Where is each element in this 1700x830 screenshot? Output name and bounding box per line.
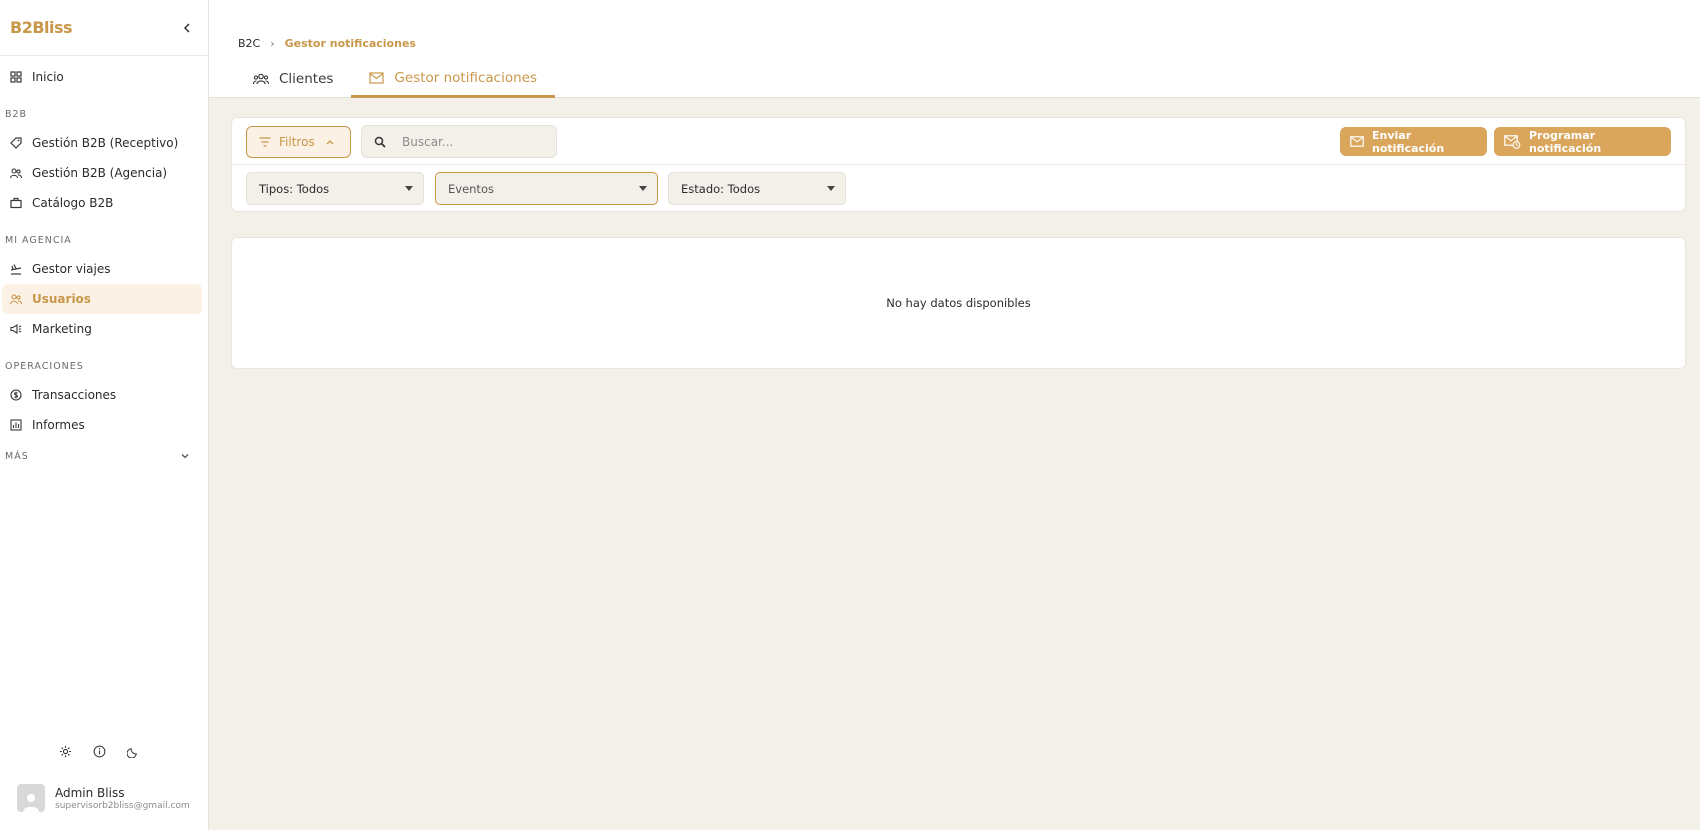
breadcrumb-current: Gestor notificaciones: [284, 37, 416, 50]
megaphone-icon: [9, 322, 23, 336]
filters-toggle-button[interactable]: Filtros: [246, 126, 351, 158]
sidebar-item-transacciones[interactable]: Transacciones: [2, 380, 202, 410]
send-notification-button[interactable]: Enviar notificación: [1340, 127, 1487, 156]
user-name: Admin Bliss: [55, 785, 125, 800]
tab-clientes[interactable]: Clientes: [235, 60, 351, 98]
section-title-mi-agencia: MI AGENCIA: [5, 234, 72, 246]
caret-down-icon: [405, 186, 413, 191]
tab-label: Clientes: [279, 71, 334, 87]
tag-icon: [9, 136, 23, 150]
sidebar-item-label: Inicio: [32, 70, 64, 84]
more-label: MÁS: [5, 450, 29, 462]
sidebar-item-marketing[interactable]: Marketing: [2, 314, 202, 344]
search-input[interactable]: [402, 134, 542, 149]
tabs: Clientes Gestor notificaciones: [235, 60, 556, 98]
collapse-sidebar-button[interactable]: [176, 17, 198, 39]
schedule-notification-label: Programar notificación: [1529, 128, 1602, 155]
user-email: supervisorb2bliss@gmail.com: [55, 800, 190, 811]
users-icon: [9, 292, 23, 306]
person-icon: [23, 794, 39, 812]
sidebar-item-label: Transacciones: [32, 388, 117, 402]
mail-clock-icon: [1504, 134, 1521, 149]
tab-gestor-notificaciones[interactable]: Gestor notificaciones: [351, 60, 556, 98]
schedule-notification-button[interactable]: Programar notificación: [1494, 127, 1671, 156]
filter-selects: Tipos: Todos Eventos Estado: Todos: [232, 165, 1685, 212]
filter-card: Filtros Enviar notificación Programar no…: [231, 117, 1686, 212]
sidebar-item-catalogo[interactable]: Catálogo B2B: [2, 188, 202, 218]
dollar-icon: [9, 388, 23, 402]
avatar: [17, 784, 45, 812]
sidebar-item-gestion-agencia[interactable]: Gestión B2B (Agencia): [2, 158, 202, 188]
sidebar-item-label: Marketing: [32, 322, 92, 336]
tipos-select-value: Tipos: Todos: [259, 181, 330, 196]
sidebar-item-informes[interactable]: Informes: [2, 410, 202, 440]
empty-state-message: No hay datos disponibles: [886, 296, 1031, 310]
tab-label: Gestor notificaciones: [394, 69, 538, 86]
sidebar-item-gestion-receptivo[interactable]: Gestión B2B (Receptivo): [2, 128, 202, 158]
search-box: [361, 125, 557, 158]
briefcase-icon: [9, 196, 23, 210]
tipos-select[interactable]: Tipos: Todos: [246, 172, 424, 205]
sidebar-item-gestor-viajes[interactable]: Gestor viajes: [2, 254, 202, 284]
grid-icon: [9, 70, 23, 84]
eventos-select-value: Eventos: [448, 181, 494, 196]
estado-select-value: Estado: Todos: [681, 181, 761, 196]
chevron-up-icon: [325, 138, 335, 146]
users-icon: [9, 166, 23, 180]
filters-label: Filtros: [279, 135, 315, 149]
filter-icon: [259, 137, 271, 147]
user-profile[interactable]: Admin Bliss supervisorb2bliss@gmail.com: [17, 784, 190, 812]
moon-icon[interactable]: [124, 742, 142, 760]
sidebar-more-toggle[interactable]: MÁS: [0, 442, 208, 470]
gear-icon[interactable]: [56, 742, 74, 760]
sidebar: B2Bliss Inicio B2B Gestión B2B (Receptiv…: [0, 0, 209, 830]
sidebar-item-inicio[interactable]: Inicio: [2, 62, 202, 92]
estado-select[interactable]: Estado: Todos: [668, 172, 846, 205]
sidebar-item-label: Gestión B2B (Receptivo): [32, 136, 179, 150]
sidebar-item-label: Catálogo B2B: [32, 196, 114, 210]
section-title-b2b: B2B: [5, 108, 28, 120]
sidebar-item-label: Informes: [32, 418, 85, 432]
mail-icon: [369, 71, 385, 84]
sidebar-footer-actions: [56, 742, 142, 760]
chevron-down-icon: [181, 454, 189, 459]
eventos-select[interactable]: Eventos: [435, 172, 658, 205]
sidebar-item-label: Gestor viajes: [32, 262, 111, 276]
page-header: B2C › Gestor notificaciones Clientes Ges…: [209, 0, 1700, 98]
notifications-table: No hay datos disponibles: [231, 237, 1686, 369]
info-icon[interactable]: [90, 742, 108, 760]
sidebar-nav: Inicio B2B Gestión B2B (Receptivo) Gesti…: [0, 56, 208, 470]
breadcrumb-item-b2c[interactable]: B2C: [238, 37, 260, 50]
chart-icon: [9, 418, 23, 432]
group-icon: [253, 73, 269, 85]
caret-down-icon: [639, 186, 647, 191]
breadcrumb: B2C › Gestor notificaciones: [238, 37, 416, 50]
app-logo: B2Bliss: [10, 18, 73, 37]
caret-down-icon: [827, 186, 835, 191]
plane-icon: [9, 262, 23, 276]
chevron-right-icon: ›: [270, 37, 275, 50]
send-notification-label: Enviar notificación: [1372, 128, 1445, 155]
section-title-operaciones: OPERACIONES: [5, 360, 84, 372]
mail-icon: [1350, 136, 1364, 147]
search-icon: [374, 136, 386, 148]
chevron-left-icon: [183, 22, 190, 33]
sidebar-item-usuarios[interactable]: Usuarios: [2, 284, 202, 314]
sidebar-item-label: Usuarios: [32, 292, 91, 306]
sidebar-item-label: Gestión B2B (Agencia): [32, 166, 168, 180]
sidebar-header: B2Bliss: [0, 0, 208, 56]
toolbar: Filtros Enviar notificación Programar no…: [232, 118, 1685, 165]
